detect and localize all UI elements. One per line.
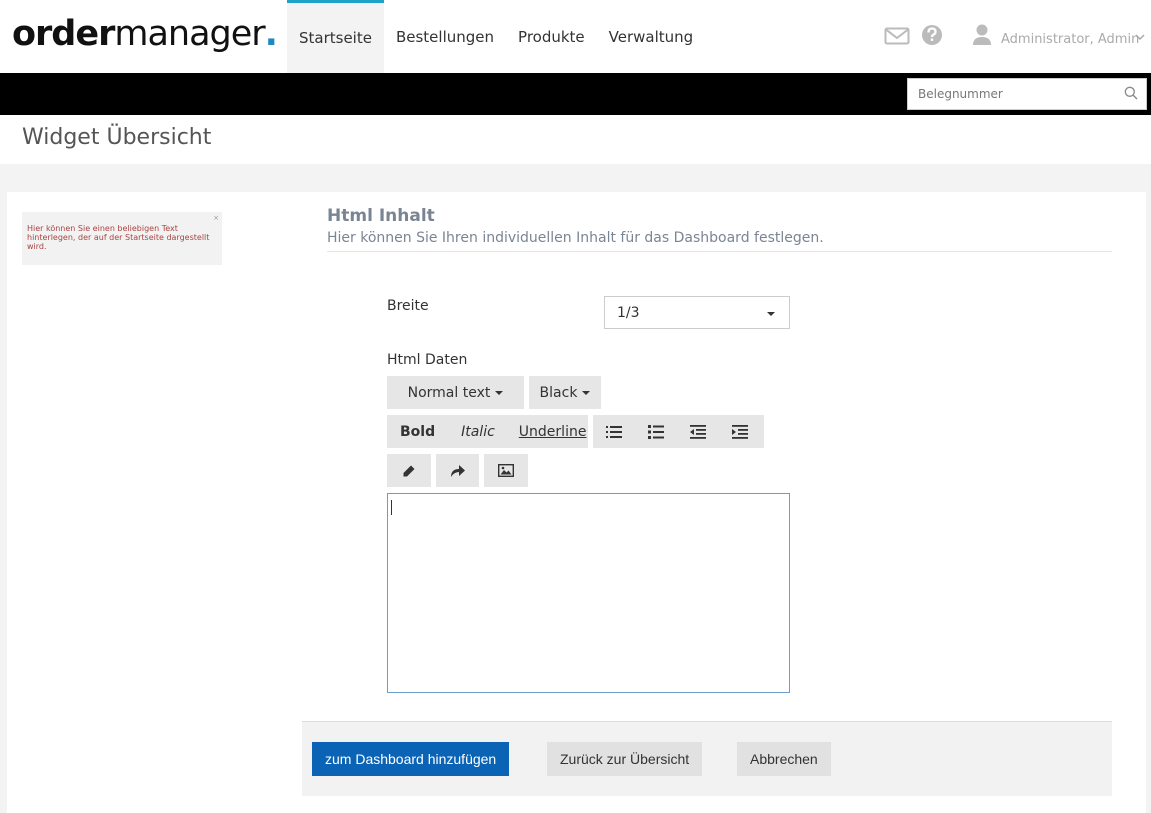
search-icon[interactable] xyxy=(1124,86,1138,100)
pencil-icon xyxy=(403,465,415,476)
caret-down-icon xyxy=(582,390,591,395)
main-content: × Hier können Sie einen beliebigen Text … xyxy=(7,192,1146,813)
caret-down-icon xyxy=(495,390,504,395)
search-box xyxy=(907,78,1147,110)
outdent-icon xyxy=(690,424,706,439)
text-color-label: Black xyxy=(539,384,578,401)
text-style-label: Normal text xyxy=(407,384,491,401)
indent-icon xyxy=(732,424,748,439)
caret-down-icon xyxy=(767,312,775,316)
text-style-dropdown[interactable]: Normal text xyxy=(387,376,524,409)
chevron-down-icon[interactable] xyxy=(1135,33,1145,41)
main-nav: Startseite Bestellungen Produkte Verwalt… xyxy=(287,0,705,73)
page-title-bar: Widget Übersicht xyxy=(0,115,1151,164)
bold-button[interactable]: Bold xyxy=(387,424,435,440)
unordered-list-button[interactable] xyxy=(593,415,635,448)
insert-image-button[interactable] xyxy=(484,454,528,487)
logo-bold-part: order xyxy=(12,14,115,54)
preview-text: Hier können Sie einen beliebigen Text hi… xyxy=(27,224,210,251)
cancel-button[interactable]: Abbrechen xyxy=(737,742,831,776)
insert-link-button[interactable] xyxy=(436,454,479,487)
html-data-label: Html Daten xyxy=(387,352,468,368)
top-header: ordermanager. Startseite Bestellungen Pr… xyxy=(0,0,1151,73)
width-select-value: 1/3 xyxy=(617,304,640,321)
widget-preview: × Hier können Sie einen beliebigen Text … xyxy=(22,212,222,265)
text-cursor xyxy=(391,500,392,515)
nav-produkte[interactable]: Produkte xyxy=(506,0,597,73)
format-button-group: Bold Italic Underline xyxy=(387,415,588,448)
nav-startseite[interactable]: Startseite xyxy=(287,0,384,73)
back-to-overview-button[interactable]: Zurück zur Übersicht xyxy=(547,742,703,776)
logo-light-part: manager xyxy=(114,14,265,54)
form-footer: zum Dashboard hinzufügen Zurück zur Über… xyxy=(302,721,1112,796)
section-subtitle: Hier können Sie Ihren individuellen Inha… xyxy=(327,230,824,246)
page-title: Widget Übersicht xyxy=(22,125,212,150)
add-to-dashboard-button[interactable]: zum Dashboard hinzufügen xyxy=(312,742,510,776)
ordered-list-button[interactable] xyxy=(635,415,677,448)
nav-bestellungen[interactable]: Bestellungen xyxy=(384,0,506,73)
width-label: Breite xyxy=(387,298,429,314)
share-arrow-icon xyxy=(450,464,465,477)
nav-verwaltung[interactable]: Verwaltung xyxy=(597,0,706,73)
indent-button[interactable] xyxy=(719,415,761,448)
search-input[interactable] xyxy=(908,79,1108,109)
preview-close[interactable]: × xyxy=(213,214,219,223)
app-logo[interactable]: ordermanager. xyxy=(12,12,278,56)
outdent-button[interactable] xyxy=(677,415,719,448)
help-icon[interactable] xyxy=(921,22,943,50)
edit-html-button[interactable] xyxy=(387,454,431,487)
ordered-list-icon xyxy=(648,424,664,439)
text-color-dropdown[interactable]: Black xyxy=(529,376,601,409)
unordered-list-icon xyxy=(606,425,622,438)
logo-dot: . xyxy=(264,14,278,54)
image-icon xyxy=(498,464,514,477)
user-avatar-icon[interactable] xyxy=(972,22,992,50)
html-editor-area[interactable] xyxy=(387,493,790,693)
width-select[interactable]: 1/3 xyxy=(604,296,790,329)
user-menu-name[interactable]: Administrator, Admin xyxy=(1001,32,1139,47)
italic-button[interactable]: Italic xyxy=(435,424,495,440)
section-title: Html Inhalt xyxy=(327,206,435,226)
underline-button[interactable]: Underline xyxy=(495,424,587,440)
mail-icon[interactable] xyxy=(884,22,910,50)
section-divider xyxy=(327,251,1112,252)
list-button-group xyxy=(593,415,764,448)
